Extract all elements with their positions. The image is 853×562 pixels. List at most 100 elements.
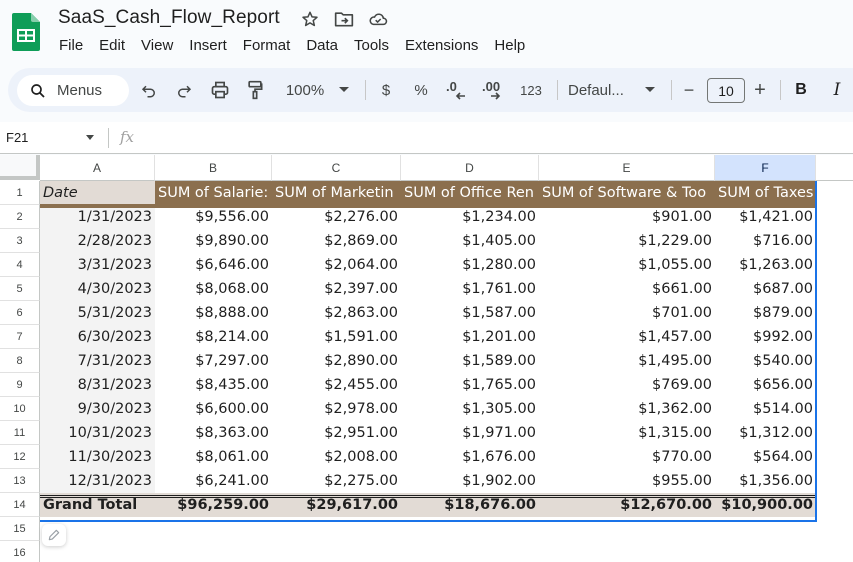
cell-d2[interactable]: $1,234.00	[401, 205, 539, 229]
cell-f8[interactable]: $540.00	[715, 349, 816, 373]
cell-e10[interactable]: $1,362.00	[539, 397, 715, 421]
decrease-decimal-button[interactable]: .0	[444, 79, 470, 101]
move-to-folder-icon[interactable]	[334, 9, 354, 29]
cell-d6[interactable]: $1,587.00	[401, 301, 539, 325]
cell-b8[interactable]: $7,297.00	[155, 349, 272, 373]
cell-b5[interactable]: $8,068.00	[155, 277, 272, 301]
increase-decimal-button[interactable]: .00	[480, 79, 508, 101]
cell-f10[interactable]: $514.00	[715, 397, 816, 421]
cell-a5[interactable]: 4/30/2023	[40, 277, 155, 301]
cell-d10[interactable]: $1,305.00	[401, 397, 539, 421]
font-dropdown-icon[interactable]	[644, 79, 656, 101]
menu-tools[interactable]: Tools	[354, 37, 389, 54]
more-formats-button[interactable]: 123	[518, 79, 544, 101]
column-header-d[interactable]: D	[401, 155, 539, 181]
cell-c2[interactable]: $2,276.00	[272, 205, 401, 229]
cell-c3[interactable]: $2,869.00	[272, 229, 401, 253]
currency-format-button[interactable]: $	[376, 79, 396, 101]
zoom-dropdown-icon[interactable]	[338, 79, 350, 101]
cell-d12[interactable]: $1,676.00	[401, 445, 539, 469]
column-header-b[interactable]: B	[155, 155, 272, 181]
cell-b4[interactable]: $6,646.00	[155, 253, 272, 277]
cell-b2[interactable]: $9,556.00	[155, 205, 272, 229]
column-header-c[interactable]: C	[272, 155, 401, 181]
cell-a13[interactable]: 12/31/2023	[40, 469, 155, 493]
cell-f9[interactable]: $656.00	[715, 373, 816, 397]
row-header-14[interactable]: 14	[0, 493, 40, 517]
cell-f12[interactable]: $564.00	[715, 445, 816, 469]
cell-e2[interactable]: $901.00	[539, 205, 715, 229]
menu-insert[interactable]: Insert	[189, 37, 227, 54]
cell-b6[interactable]: $8,888.00	[155, 301, 272, 325]
row-header-7[interactable]: 7	[0, 325, 40, 349]
search-menus-button[interactable]: Menus	[17, 75, 129, 106]
sheets-logo-icon[interactable]	[12, 13, 40, 51]
menu-view[interactable]: View	[141, 37, 173, 54]
font-size-input[interactable]: 10	[707, 78, 745, 103]
font-family-select[interactable]: Defaul...	[568, 79, 634, 101]
name-box-dropdown-icon[interactable]	[86, 135, 94, 140]
italic-button[interactable]: I	[828, 79, 846, 101]
zoom-select[interactable]: 100%	[280, 79, 330, 101]
cell-d4[interactable]: $1,280.00	[401, 253, 539, 277]
row-header-13[interactable]: 13	[0, 469, 40, 493]
column-header-e[interactable]: E	[539, 155, 715, 181]
cell-e4[interactable]: $1,055.00	[539, 253, 715, 277]
row-header-6[interactable]: 6	[0, 301, 40, 325]
header-cell-d[interactable]: SUM of Office Ren	[401, 181, 539, 205]
cell-a2[interactable]: 1/31/2023	[40, 205, 155, 229]
cell-e13[interactable]: $955.00	[539, 469, 715, 493]
cell-a10[interactable]: 9/30/2023	[40, 397, 155, 421]
decrease-font-size-button[interactable]: −	[680, 79, 698, 101]
cell-c5[interactable]: $2,397.00	[272, 277, 401, 301]
row-header-9[interactable]: 9	[0, 373, 40, 397]
cell-f2[interactable]: $1,421.00	[715, 205, 816, 229]
document-title[interactable]: SaaS_Cash_Flow_Report	[58, 7, 280, 29]
cell-c4[interactable]: $2,064.00	[272, 253, 401, 277]
cell-c10[interactable]: $2,978.00	[272, 397, 401, 421]
cell-a4[interactable]: 3/31/2023	[40, 253, 155, 277]
cell-a12[interactable]: 11/30/2023	[40, 445, 155, 469]
column-header-f[interactable]: F	[715, 155, 816, 181]
row-header-8[interactable]: 8	[0, 349, 40, 373]
cell-c13[interactable]: $2,275.00	[272, 469, 401, 493]
row-header-5[interactable]: 5	[0, 277, 40, 301]
cell-c8[interactable]: $2,890.00	[272, 349, 401, 373]
cell-b9[interactable]: $8,435.00	[155, 373, 272, 397]
cell-f4[interactable]: $1,263.00	[715, 253, 816, 277]
cell-e7[interactable]: $1,457.00	[539, 325, 715, 349]
cell-d3[interactable]: $1,405.00	[401, 229, 539, 253]
cell-e6[interactable]: $701.00	[539, 301, 715, 325]
cell-d5[interactable]: $1,761.00	[401, 277, 539, 301]
row-header-16[interactable]: 16	[0, 541, 40, 562]
cell-a6[interactable]: 5/31/2023	[40, 301, 155, 325]
cell-e9[interactable]: $769.00	[539, 373, 715, 397]
bold-button[interactable]: B	[792, 79, 810, 101]
cell-b10[interactable]: $6,600.00	[155, 397, 272, 421]
row-header-10[interactable]: 10	[0, 397, 40, 421]
cell-c6[interactable]: $2,863.00	[272, 301, 401, 325]
menu-help[interactable]: Help	[494, 37, 525, 54]
row-header-3[interactable]: 3	[0, 229, 40, 253]
row-header-2[interactable]: 2	[0, 205, 40, 229]
cell-a3[interactable]: 2/28/2023	[40, 229, 155, 253]
cell-c9[interactable]: $2,455.00	[272, 373, 401, 397]
cell-f5[interactable]: $687.00	[715, 277, 816, 301]
cell-e11[interactable]: $1,315.00	[539, 421, 715, 445]
pencil-edit-icon[interactable]	[42, 524, 66, 546]
row-header-4[interactable]: 4	[0, 253, 40, 277]
cell-e12[interactable]: $770.00	[539, 445, 715, 469]
header-cell-e[interactable]: SUM of Software & Too	[539, 181, 715, 205]
cell-b12[interactable]: $8,061.00	[155, 445, 272, 469]
cell-b13[interactable]: $6,241.00	[155, 469, 272, 493]
cell-f13[interactable]: $1,356.00	[715, 469, 816, 493]
cell-f6[interactable]: $879.00	[715, 301, 816, 325]
cell-c7[interactable]: $1,591.00	[272, 325, 401, 349]
cell-b11[interactable]: $8,363.00	[155, 421, 272, 445]
cell-d13[interactable]: $1,902.00	[401, 469, 539, 493]
header-cell-b[interactable]: SUM of Salarie:	[155, 181, 272, 205]
print-icon[interactable]	[208, 79, 232, 101]
cell-f11[interactable]: $1,312.00	[715, 421, 816, 445]
cell-e3[interactable]: $1,229.00	[539, 229, 715, 253]
undo-icon[interactable]	[138, 79, 160, 101]
